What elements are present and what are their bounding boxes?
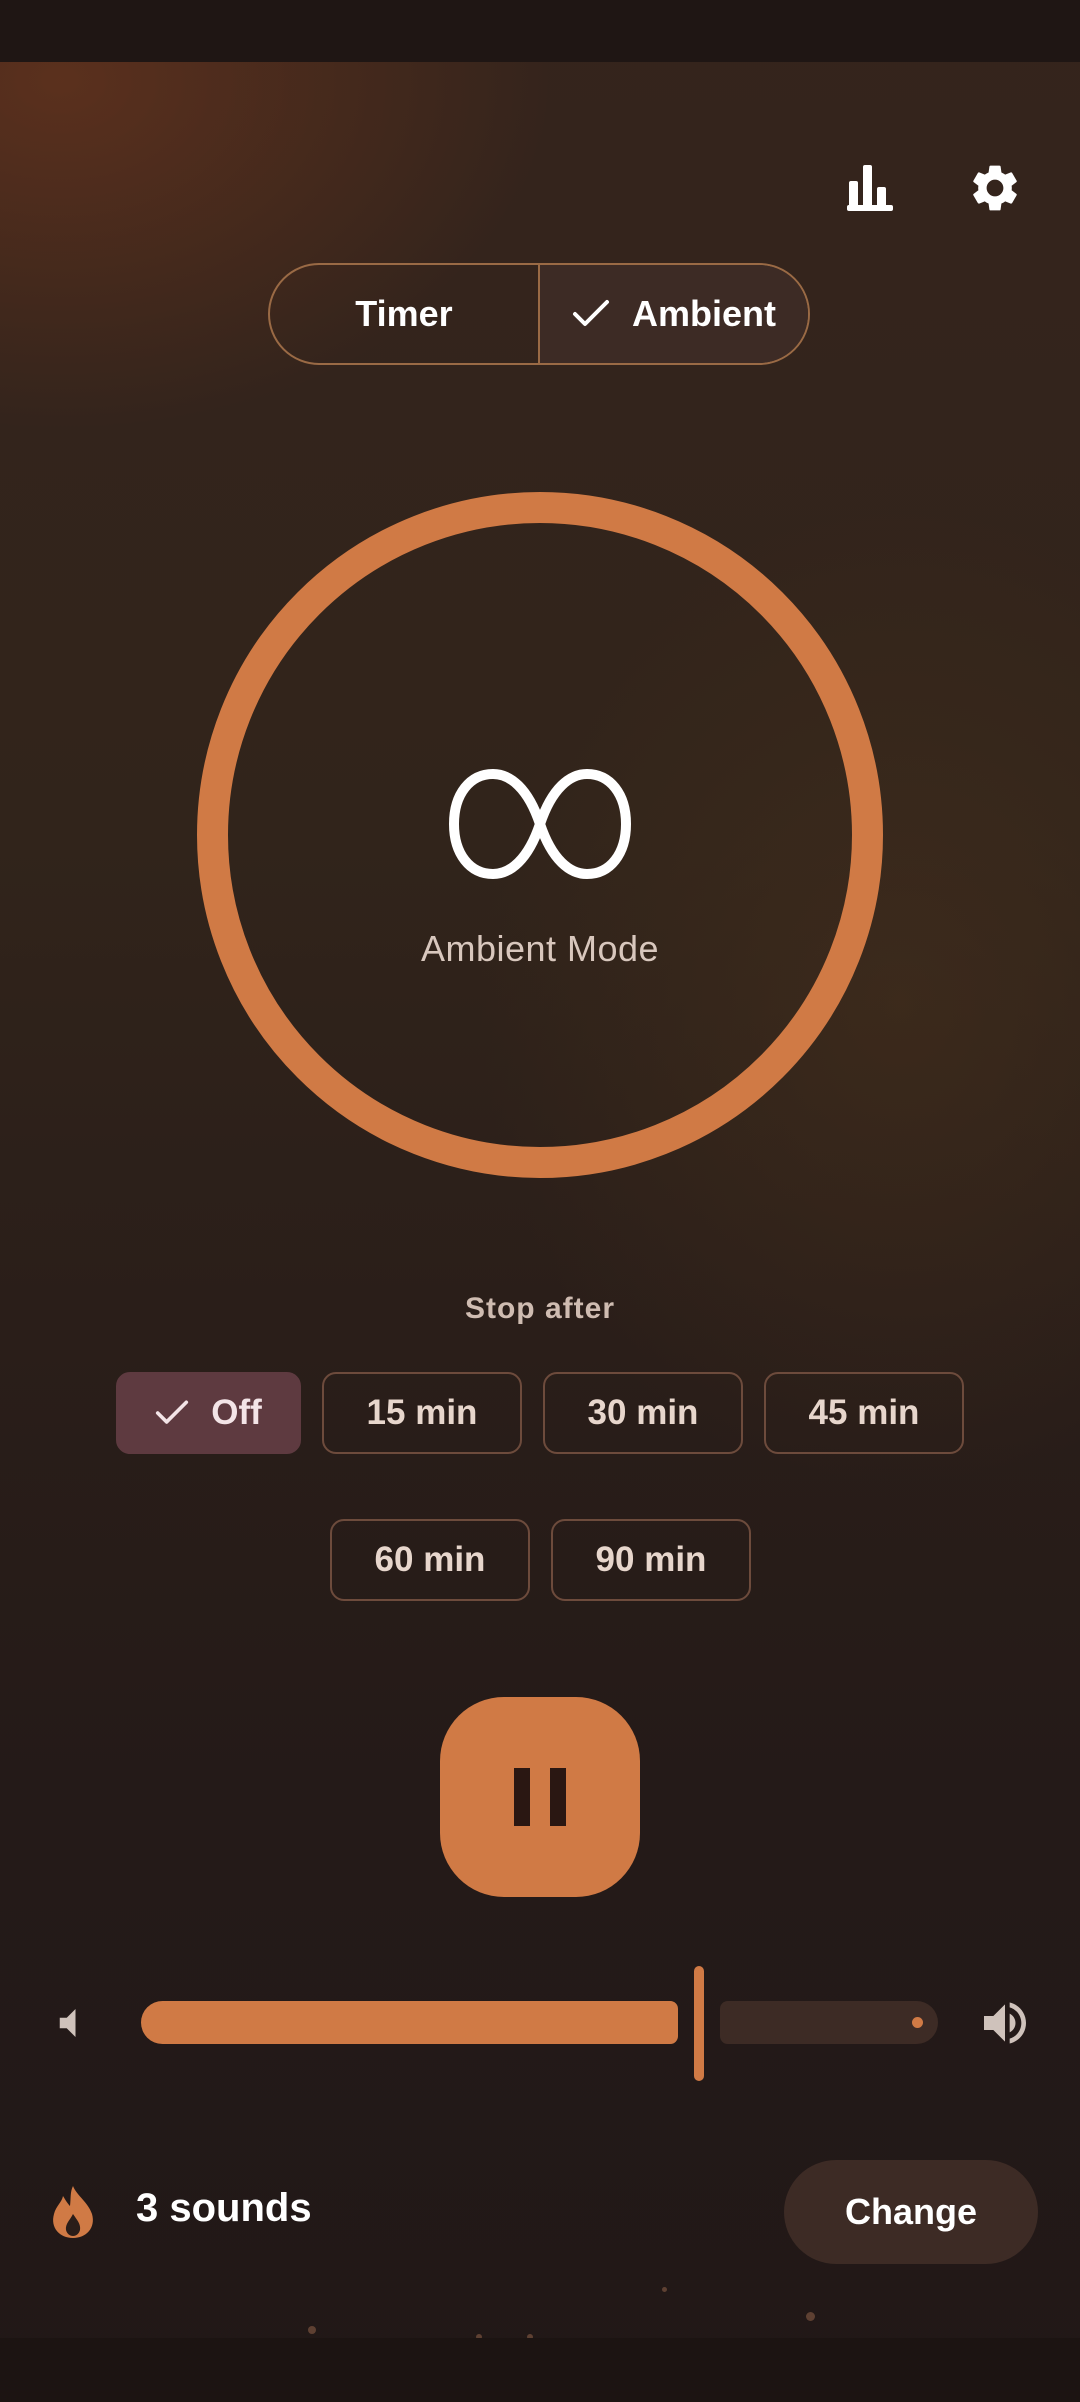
gear-icon <box>973 165 1017 211</box>
volume-high-icon <box>984 2002 1026 2044</box>
stop-after-chip-90[interactable]: 90 min <box>551 1519 751 1601</box>
chip-label: 90 min <box>595 1540 707 1579</box>
settings-button[interactable] <box>955 148 1035 228</box>
tab-ambient-label: Ambient <box>632 293 776 334</box>
decorative-spark <box>308 2326 316 2334</box>
volume-high-button[interactable] <box>965 1983 1045 2063</box>
tab-timer-label: Timer <box>355 293 453 334</box>
checkmark-icon <box>573 300 609 326</box>
stats-button[interactable] <box>830 148 910 228</box>
mode-label: Ambient Mode <box>420 928 660 969</box>
navigation-bar <box>0 2338 1080 2402</box>
chip-label: 30 min <box>587 1393 699 1432</box>
chip-label: 45 min <box>808 1393 920 1432</box>
chip-label: 15 min <box>366 1393 478 1432</box>
volume-slider-inactive-track[interactable] <box>720 2001 938 2044</box>
volume-slider-thumb[interactable] <box>694 1966 704 2081</box>
stop-after-chip-60[interactable]: 60 min <box>330 1519 530 1601</box>
volume-low-button[interactable] <box>32 1983 112 2063</box>
pause-button[interactable] <box>440 1697 640 1897</box>
mode-toggle: Timer Ambient <box>268 263 810 365</box>
stop-after-label: Stop after <box>464 1292 615 1325</box>
status-bar <box>0 0 1080 62</box>
change-sounds-button[interactable]: Change <box>784 2160 1038 2264</box>
volume-slider-stop-indicator <box>912 2017 923 2028</box>
infinity-icon <box>449 769 631 879</box>
stop-after-chip-off[interactable]: Off <box>116 1372 301 1454</box>
chip-label: 60 min <box>374 1540 486 1579</box>
checkmark-icon <box>156 1400 189 1424</box>
ambient-player-screen: Timer Ambient Ambient Mode Stop after Of… <box>0 0 1080 2402</box>
tab-ambient[interactable]: Ambient <box>540 265 808 363</box>
bar-chart-icon <box>847 165 893 211</box>
tab-timer[interactable]: Timer <box>270 265 540 363</box>
volume-low-icon <box>59 2009 76 2037</box>
stop-after-chip-45[interactable]: 45 min <box>764 1372 964 1454</box>
volume-slider-active-track[interactable] <box>141 2001 678 2044</box>
change-button-label: Change <box>844 2191 977 2232</box>
sounds-count: 3 sounds <box>136 2186 312 2230</box>
stop-after-chip-15[interactable]: 15 min <box>322 1372 522 1454</box>
decorative-spark <box>662 2287 667 2292</box>
flame-icon <box>53 2186 93 2238</box>
pause-icon <box>514 1768 566 1826</box>
chip-label: Off <box>211 1393 262 1432</box>
stop-after-chip-30[interactable]: 30 min <box>543 1372 743 1454</box>
decorative-spark <box>806 2312 815 2321</box>
